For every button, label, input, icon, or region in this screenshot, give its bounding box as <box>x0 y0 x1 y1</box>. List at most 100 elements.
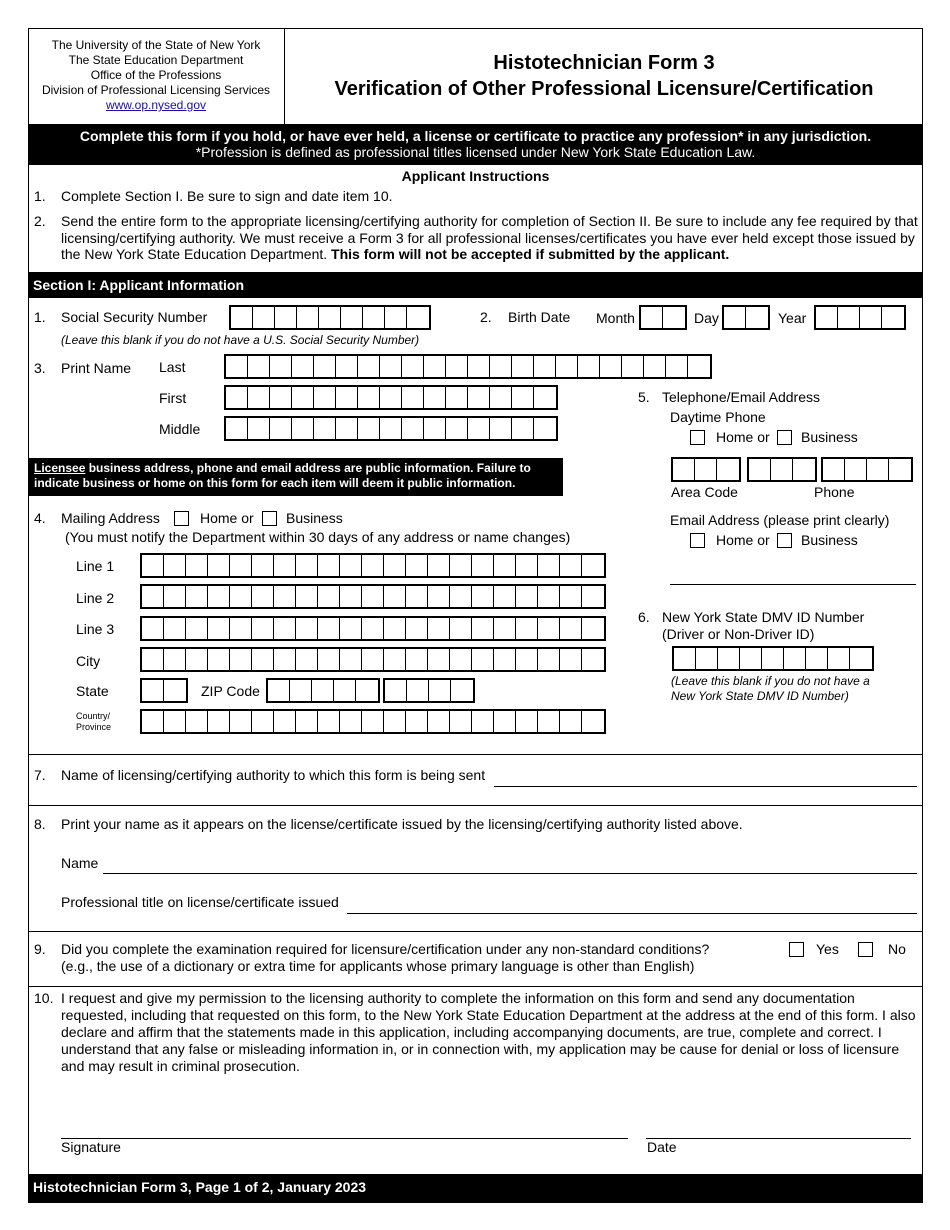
character-cell[interactable] <box>358 356 380 377</box>
character-cell[interactable] <box>253 307 275 328</box>
character-cell[interactable] <box>270 356 292 377</box>
character-cell[interactable] <box>164 555 186 576</box>
character-cell[interactable] <box>406 555 428 576</box>
character-cell[interactable] <box>385 307 407 328</box>
character-cell[interactable] <box>446 387 468 408</box>
birth-year-input[interactable] <box>814 305 906 330</box>
character-cell[interactable] <box>292 387 314 408</box>
character-cell[interactable] <box>164 618 186 639</box>
character-cell[interactable] <box>380 387 402 408</box>
character-cell[interactable] <box>362 618 384 639</box>
character-cell[interactable] <box>450 586 472 607</box>
character-cell[interactable] <box>142 555 164 576</box>
character-cell[interactable] <box>516 711 538 732</box>
date-input-line[interactable] <box>646 1138 911 1139</box>
character-cell[interactable] <box>490 387 512 408</box>
character-cell[interactable] <box>428 618 450 639</box>
character-cell[interactable] <box>472 711 494 732</box>
character-cell[interactable] <box>428 586 450 607</box>
character-cell[interactable] <box>828 648 850 669</box>
character-cell[interactable] <box>208 649 230 670</box>
character-cell[interactable] <box>468 356 490 377</box>
character-cell[interactable] <box>252 649 274 670</box>
character-cell[interactable] <box>494 618 516 639</box>
character-cell[interactable] <box>644 356 666 377</box>
character-cell[interactable] <box>512 387 534 408</box>
mailing-business-checkbox[interactable] <box>262 511 277 526</box>
character-cell[interactable] <box>823 459 845 480</box>
character-cell[interactable] <box>472 649 494 670</box>
character-cell[interactable] <box>424 418 446 439</box>
character-cell[interactable] <box>318 555 340 576</box>
character-cell[interactable] <box>428 711 450 732</box>
character-cell[interactable] <box>336 387 358 408</box>
character-cell[interactable] <box>384 618 406 639</box>
character-cell[interactable] <box>336 356 358 377</box>
character-cell[interactable] <box>380 356 402 377</box>
character-cell[interactable] <box>407 307 429 328</box>
character-cell[interactable] <box>406 586 428 607</box>
character-cell[interactable] <box>186 618 208 639</box>
character-cell[interactable] <box>341 307 363 328</box>
character-cell[interactable] <box>270 418 292 439</box>
character-cell[interactable] <box>142 680 164 701</box>
character-cell[interactable] <box>560 555 582 576</box>
character-cell[interactable] <box>362 649 384 670</box>
character-cell[interactable] <box>231 307 253 328</box>
character-cell[interactable] <box>688 356 710 377</box>
character-cell[interactable] <box>142 618 164 639</box>
character-cell[interactable] <box>534 418 556 439</box>
character-cell[interactable] <box>534 387 556 408</box>
character-cell[interactable] <box>296 586 318 607</box>
character-cell[interactable] <box>226 356 248 377</box>
state-input[interactable] <box>140 678 188 703</box>
website-link[interactable]: www.op.nysed.gov <box>106 98 206 112</box>
character-cell[interactable] <box>407 680 429 701</box>
character-cell[interactable] <box>164 680 186 701</box>
character-cell[interactable] <box>296 555 318 576</box>
character-cell[interactable] <box>472 618 494 639</box>
character-cell[interactable] <box>429 680 451 701</box>
character-cell[interactable] <box>248 356 270 377</box>
character-cell[interactable] <box>560 586 582 607</box>
character-cell[interactable] <box>746 307 768 328</box>
yes-checkbox[interactable] <box>789 942 804 957</box>
character-cell[interactable] <box>274 555 296 576</box>
character-cell[interactable] <box>186 649 208 670</box>
character-cell[interactable] <box>297 307 319 328</box>
character-cell[interactable] <box>314 418 336 439</box>
character-cell[interactable] <box>384 555 406 576</box>
character-cell[interactable] <box>314 356 336 377</box>
character-cell[interactable] <box>450 618 472 639</box>
character-cell[interactable] <box>696 648 718 669</box>
character-cell[interactable] <box>516 586 538 607</box>
character-cell[interactable] <box>142 649 164 670</box>
character-cell[interactable] <box>406 618 428 639</box>
character-cell[interactable] <box>490 418 512 439</box>
character-cell[interactable] <box>230 555 252 576</box>
middle-name-input[interactable] <box>224 416 558 441</box>
character-cell[interactable] <box>560 649 582 670</box>
character-cell[interactable] <box>428 649 450 670</box>
character-cell[interactable] <box>516 618 538 639</box>
character-cell[interactable] <box>749 459 771 480</box>
character-cell[interactable] <box>850 648 872 669</box>
character-cell[interactable] <box>318 618 340 639</box>
character-cell[interactable] <box>472 555 494 576</box>
email-input-line[interactable] <box>670 584 916 585</box>
character-cell[interactable] <box>402 418 424 439</box>
character-cell[interactable] <box>838 307 860 328</box>
character-cell[interactable] <box>446 418 468 439</box>
last-name-input[interactable] <box>224 354 712 379</box>
character-cell[interactable] <box>582 555 604 576</box>
character-cell[interactable] <box>208 555 230 576</box>
character-cell[interactable] <box>560 618 582 639</box>
character-cell[interactable] <box>319 307 341 328</box>
character-cell[interactable] <box>793 459 815 480</box>
address-line3-input[interactable] <box>140 616 606 641</box>
character-cell[interactable] <box>314 387 336 408</box>
character-cell[interactable] <box>424 356 446 377</box>
character-cell[interactable] <box>494 586 516 607</box>
character-cell[interactable] <box>380 418 402 439</box>
character-cell[interactable] <box>512 418 534 439</box>
